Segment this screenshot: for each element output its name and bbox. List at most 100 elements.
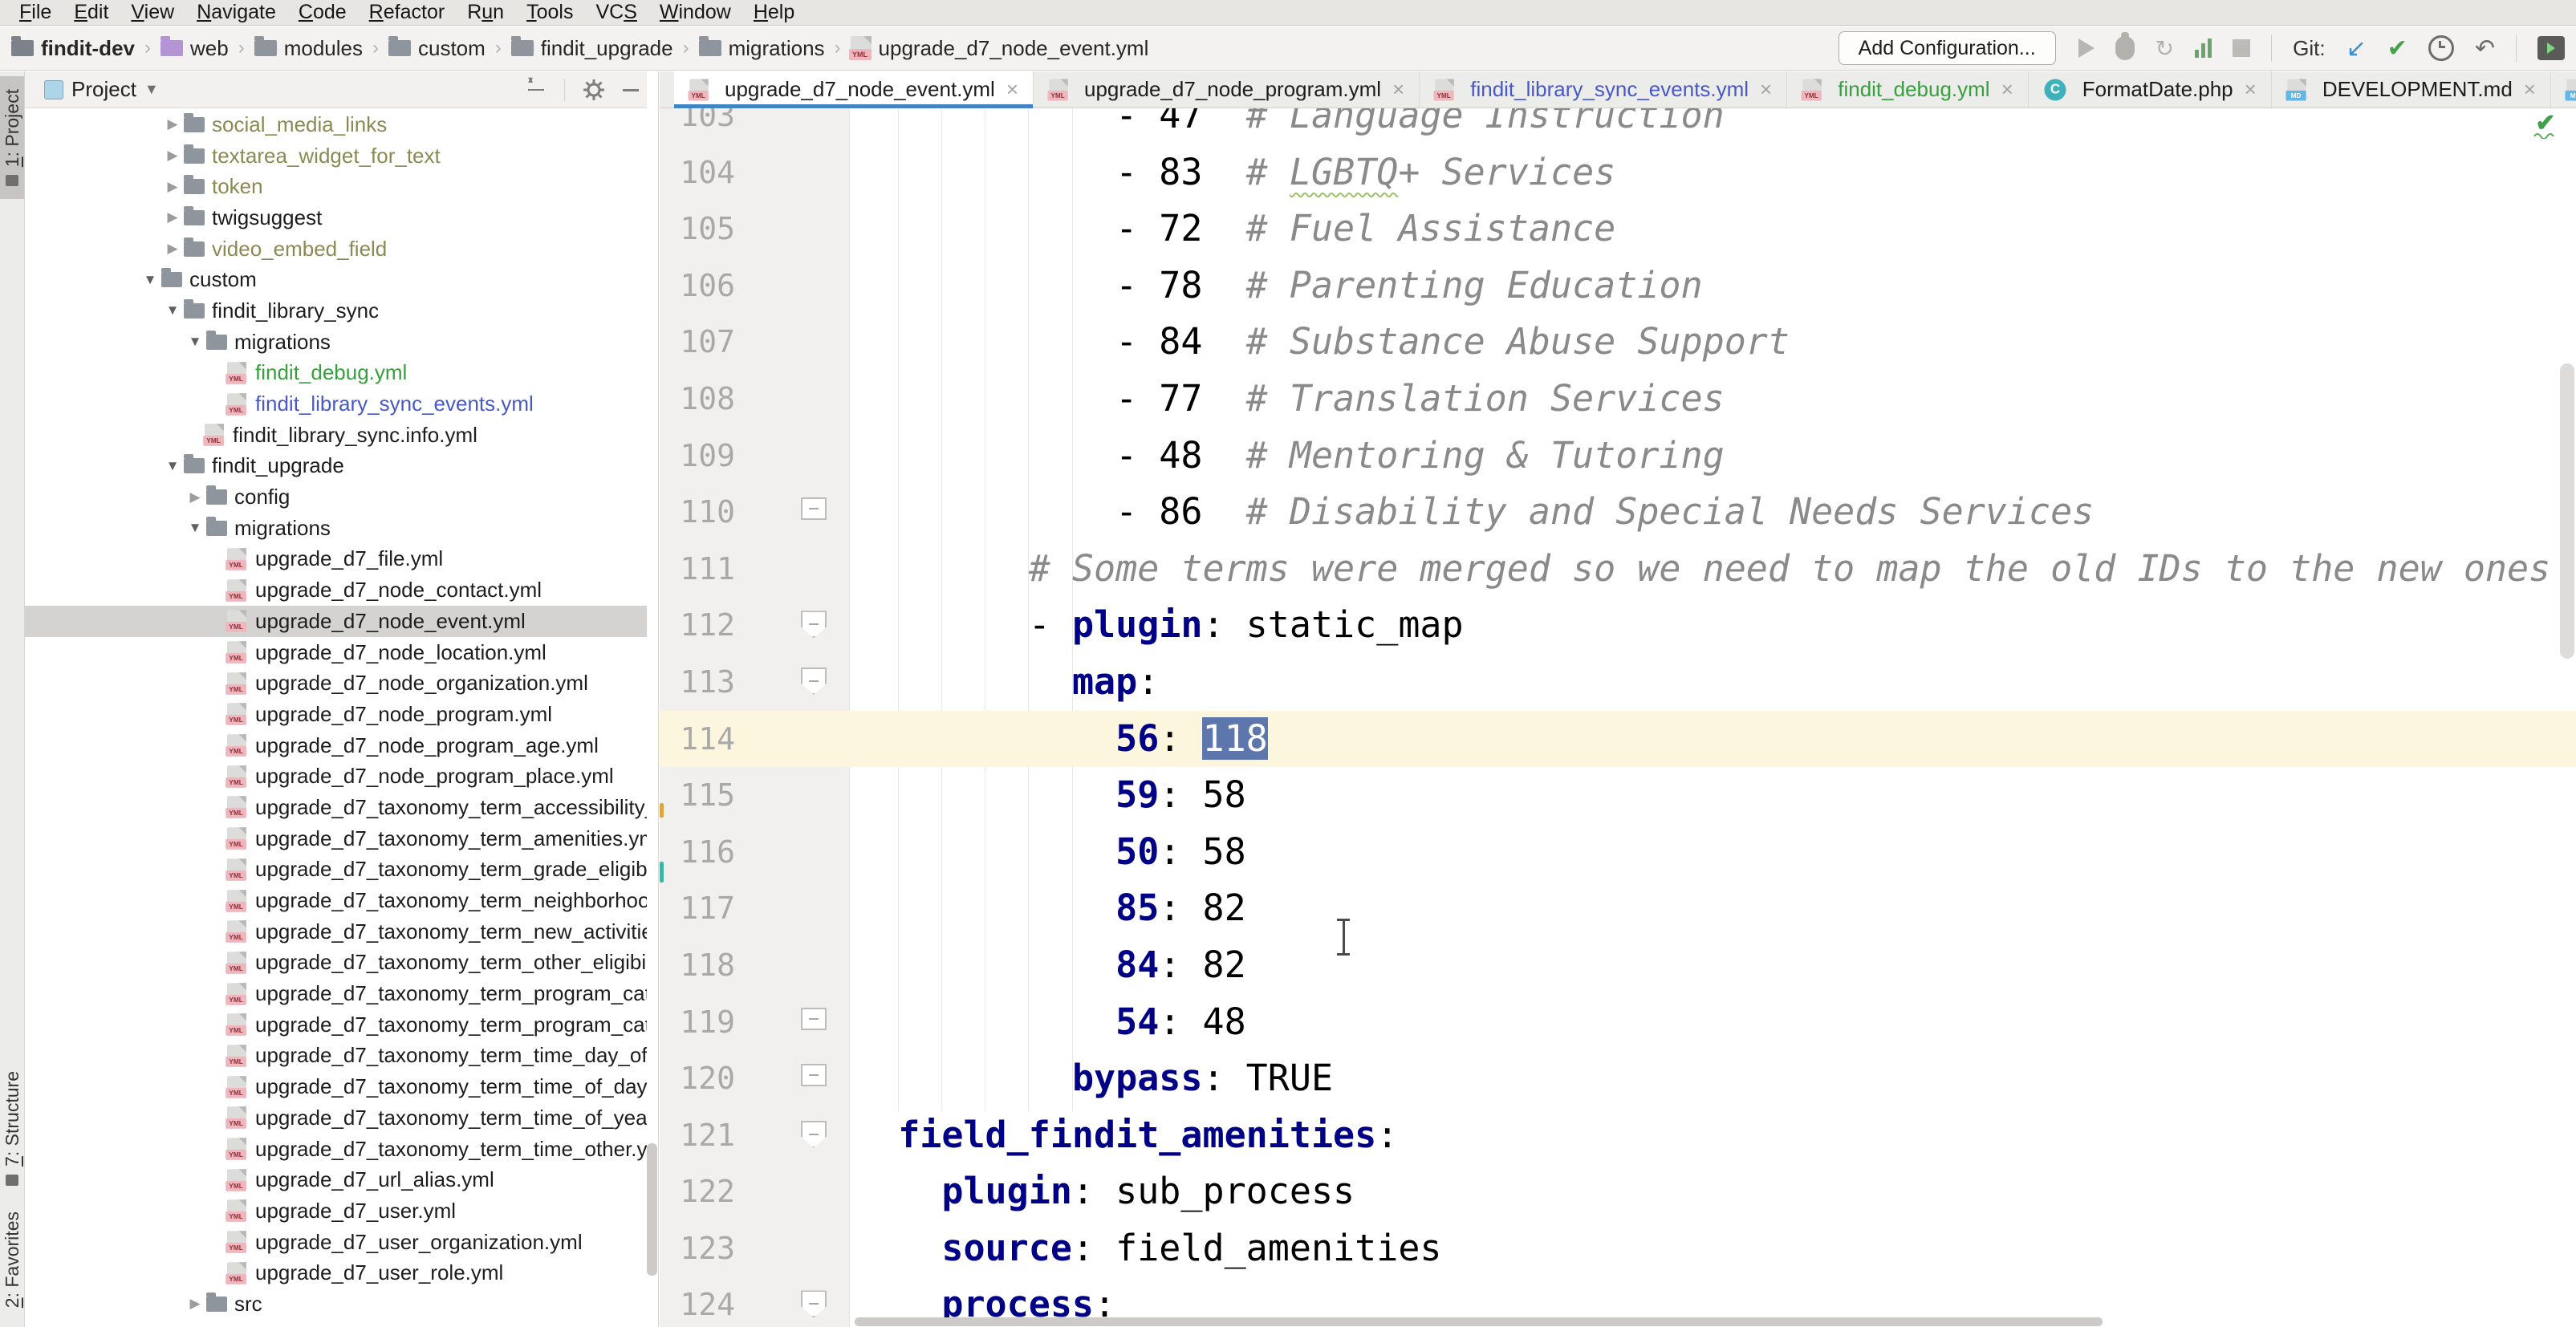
editor-tab[interactable]: MD: (2551, 71, 2576, 108)
editor-tab[interactable]: YMLfindit_debug.yml× (1787, 71, 2029, 108)
tree-row[interactable]: ▼migrations (25, 513, 647, 544)
tree-row[interactable]: YMLfindit_debug.yml (25, 358, 647, 389)
editor-tab[interactable]: YMLfindit_library_sync_events.yml× (1420, 71, 1787, 108)
tree-row[interactable]: ▶token (25, 171, 647, 202)
editor-tab[interactable]: MDDEVELOPMENT.md× (2272, 71, 2551, 108)
editor-line[interactable]: 123 source: field_amenities (660, 1220, 2576, 1277)
editor-line[interactable]: 105 - 72 # Fuel Assistance (660, 201, 2576, 258)
menu-item-file[interactable]: File (8, 1, 63, 24)
chevron-collapsed-icon[interactable]: ▶ (161, 209, 184, 225)
collapse-all-icon[interactable] (526, 79, 546, 100)
tree-row[interactable]: YMLupgrade_d7_taxonomy_term_other_eligib… (25, 948, 647, 979)
tree-row[interactable]: YMLupgrade_d7_taxonomy_term_amenities.ym… (25, 823, 647, 854)
editor-line[interactable]: 108 - 77 # Translation Services (660, 371, 2576, 428)
editor-tab[interactable]: CFormatDate.php× (2029, 71, 2272, 108)
menu-item-code[interactable]: Code (287, 1, 358, 24)
tree-row[interactable]: YMLfindit_library_sync_events.yml (25, 388, 647, 420)
menu-item-edit[interactable]: Edit (63, 1, 120, 24)
close-icon[interactable]: × (2001, 77, 2013, 102)
tree-row[interactable]: YMLupgrade_d7_taxonomy_term_accessibilit… (25, 792, 647, 823)
tree-row[interactable]: YMLupgrade_d7_file.yml (25, 544, 647, 575)
close-icon[interactable]: × (1760, 77, 1772, 102)
fold-marker-icon[interactable] (801, 1064, 827, 1086)
chevron-collapsed-icon[interactable]: ▶ (161, 116, 184, 132)
stop-icon[interactable] (2233, 39, 2250, 57)
editor-line[interactable]: 121 field_findit_amenities: (660, 1107, 2576, 1164)
fold-marker-icon[interactable] (801, 611, 827, 638)
gear-icon[interactable] (583, 79, 605, 101)
fold-marker-icon[interactable] (801, 1290, 827, 1317)
chevron-expanded-icon[interactable]: ▼ (161, 302, 184, 319)
editor-vertical-scrollbar[interactable] (2560, 363, 2574, 659)
panel-splitter[interactable] (658, 71, 659, 1327)
editor-line-current[interactable]: 114 56: 118 (660, 711, 2576, 768)
editor-horizontal-scrollbar[interactable] (855, 1317, 2103, 1326)
tree-row[interactable]: YMLupgrade_d7_taxonomy_term_neighborhoo (25, 885, 647, 916)
chevron-collapsed-icon[interactable]: ▶ (161, 241, 184, 257)
tree-row[interactable]: YMLupgrade_d7_taxonomy_term_program_cate (25, 1009, 647, 1041)
tree-row[interactable]: YMLupgrade_d7_node_organization.yml (25, 668, 647, 699)
git-commit-icon[interactable]: ✔ (2387, 34, 2407, 63)
breadcrumb-item[interactable]: migrations (699, 36, 825, 61)
tree-row[interactable]: YMLupgrade_d7_taxonomy_term_time_of_day.… (25, 1071, 647, 1102)
hide-panel-icon[interactable] (623, 89, 639, 91)
menu-item-tools[interactable]: Tools (515, 1, 584, 24)
tree-row[interactable]: YMLfindit_library_sync.info.yml (25, 420, 647, 451)
fold-marker-icon[interactable] (801, 1121, 827, 1148)
tree-row[interactable]: YMLupgrade_d7_node_contact.yml (25, 574, 647, 606)
editor-line[interactable]: 112 - plugin: static_map (660, 597, 2576, 654)
menu-item-run[interactable]: Run (456, 1, 515, 24)
editor-line[interactable]: 119 54: 48 (660, 994, 2576, 1051)
menu-item-window[interactable]: Window (648, 1, 742, 24)
editor-line[interactable]: 109 - 48 # Mentoring & Tutoring (660, 428, 2576, 485)
editor-line[interactable]: 115 59: 58 (660, 767, 2576, 824)
fold-marker-icon[interactable] (801, 1008, 827, 1030)
editor-tab[interactable]: YMLupgrade_d7_node_event.yml× (674, 71, 1034, 108)
tool-stripe-project[interactable]: 1: Project (0, 76, 24, 199)
breadcrumb-item[interactable]: custom (388, 36, 486, 61)
tree-row[interactable]: YMLupgrade_d7_node_program.yml (25, 699, 647, 730)
menu-item-navigate[interactable]: Navigate (185, 1, 287, 24)
menu-item-help[interactable]: Help (742, 1, 806, 24)
tree-row[interactable]: ▶textarea_widget_for_text (25, 140, 647, 172)
close-icon[interactable]: × (2245, 77, 2257, 102)
close-icon[interactable]: × (2524, 77, 2536, 102)
chevron-collapsed-icon[interactable]: ▶ (184, 1296, 206, 1312)
chevron-expanded-icon[interactable]: ▼ (161, 458, 184, 474)
editor-line[interactable]: 110 - 86 # Disability and Special Needs … (660, 484, 2576, 541)
inspections-widget[interactable]: ✔ (2528, 113, 2563, 139)
fold-marker-icon[interactable] (801, 668, 827, 695)
editor-line[interactable]: 117 85: 82 (660, 880, 2576, 937)
tree-row[interactable]: YMLupgrade_d7_taxonomy_term_time_other.y… (25, 1134, 647, 1165)
run-anything-icon[interactable] (2537, 36, 2565, 60)
breadcrumb-item[interactable]: web (160, 36, 229, 61)
chevron-down-icon[interactable]: ▼ (144, 81, 159, 98)
tree-row-selected[interactable]: YMLupgrade_d7_node_event.yml (25, 606, 647, 637)
breadcrumb-item[interactable]: modules (254, 36, 363, 61)
editor-line[interactable]: 120 bypass: TRUE (660, 1050, 2576, 1107)
project-tree-scrollbar[interactable] (647, 1143, 657, 1276)
debug-icon[interactable] (2115, 36, 2135, 60)
git-history-icon[interactable] (2428, 35, 2454, 61)
breadcrumb-item[interactable]: findit-dev (11, 36, 135, 61)
tree-row[interactable]: YMLupgrade_d7_taxonomy_term_grade_eligib… (25, 854, 647, 886)
tree-row[interactable]: YMLupgrade_d7_user_role.yml (25, 1257, 647, 1288)
editor-tab[interactable]: YMLupgrade_d7_node_program.yml× (1034, 71, 1420, 108)
chevron-collapsed-icon[interactable]: ▶ (161, 148, 184, 164)
tree-row[interactable]: ▼findit_library_sync (25, 295, 647, 327)
tree-row[interactable]: YMLupgrade_d7_user.yml (25, 1195, 647, 1227)
tree-row[interactable]: ▼custom (25, 264, 647, 295)
tree-row[interactable]: ▶src (25, 1288, 647, 1320)
chevron-expanded-icon[interactable]: ▼ (139, 272, 161, 288)
chevron-collapsed-icon[interactable]: ▶ (161, 179, 184, 195)
editor-line[interactable]: 111 # Some terms were merged so we need … (660, 541, 2576, 598)
chevron-expanded-icon[interactable]: ▼ (184, 520, 206, 536)
editor-body[interactable]: 103 - 47 # Language Instruction104 - 83 … (660, 108, 2576, 1327)
coverage-icon[interactable]: ↻ (2155, 35, 2174, 62)
add-configuration-button[interactable]: Add Configuration... (1839, 31, 2056, 65)
tree-row[interactable]: YMLupgrade_d7_node_location.yml (25, 637, 647, 668)
editor-line[interactable]: 103 - 47 # Language Instruction (660, 108, 2576, 144)
editor-line[interactable]: 107 - 84 # Substance Abuse Support (660, 314, 2576, 371)
breadcrumb-item[interactable]: findit_upgrade (511, 36, 673, 61)
tree-row[interactable]: YMLupgrade_d7_taxonomy_term_program_cate (25, 978, 647, 1009)
